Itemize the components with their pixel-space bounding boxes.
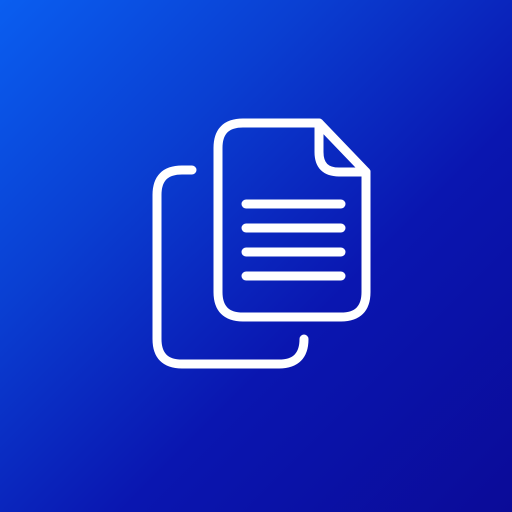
back-document-outline: [152, 165, 309, 369]
copy-documents-icon: [0, 0, 512, 512]
front-document-outline: [213, 118, 371, 322]
app-icon-tile: [0, 0, 512, 512]
copy-documents-svg: [152, 118, 371, 369]
